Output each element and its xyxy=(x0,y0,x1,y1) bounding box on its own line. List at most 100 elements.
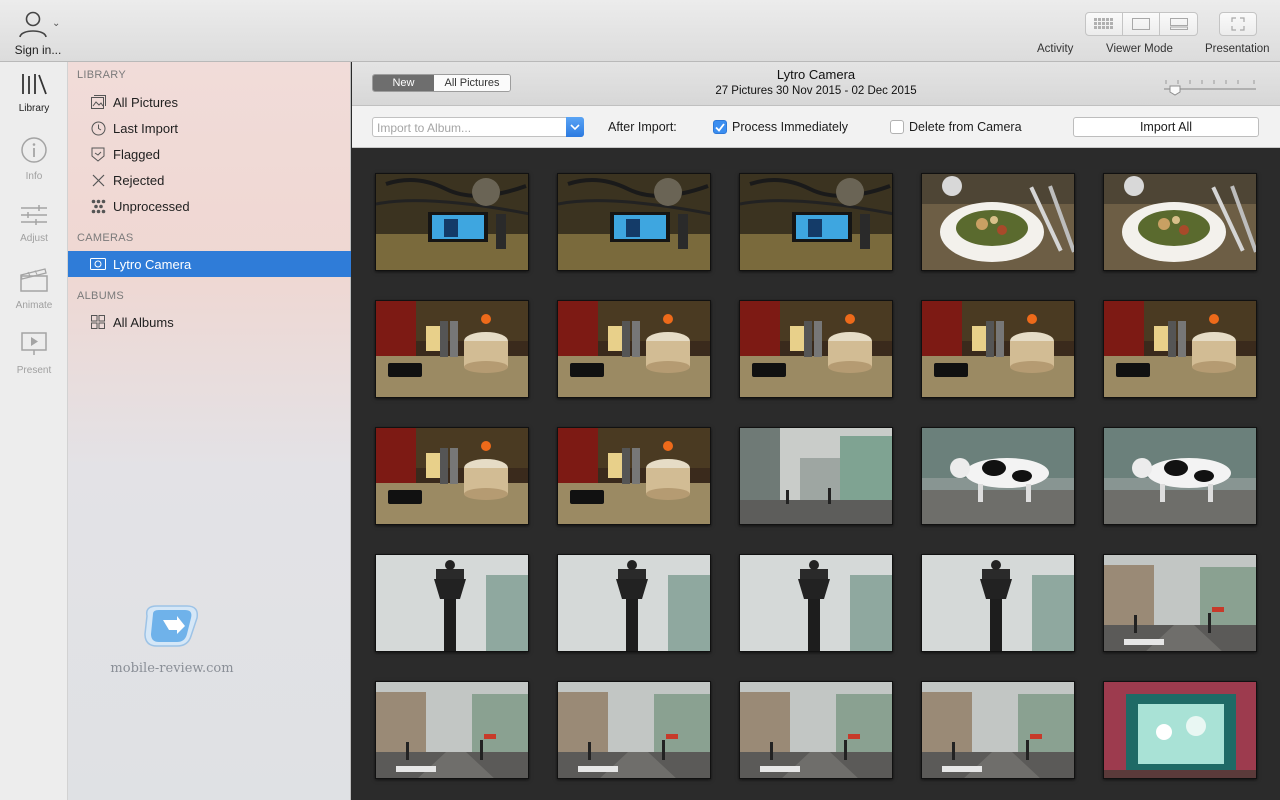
process-immediately-checkbox[interactable]: Process Immediately xyxy=(713,120,848,134)
albums-section-header: ALBUMS xyxy=(77,290,125,302)
rail-adjust-button[interactable]: Adjust xyxy=(0,204,68,244)
albums-grid-icon xyxy=(90,314,106,330)
photo-thumbnail[interactable] xyxy=(375,681,529,779)
photo-thumbnail-image xyxy=(1104,555,1256,651)
library-icon xyxy=(22,74,47,95)
rail-animate-button[interactable]: Animate xyxy=(0,267,68,311)
photo-thumbnail[interactable] xyxy=(557,681,711,779)
rail-adjust-label: Adjust xyxy=(20,233,48,244)
album-select-placeholder: Import to Album... xyxy=(377,121,472,135)
clock-icon xyxy=(90,120,106,136)
photo-thumbnail[interactable] xyxy=(921,300,1075,398)
process-immediately-label: Process Immediately xyxy=(732,120,849,134)
photo-thumbnail-image xyxy=(376,682,528,778)
x-mark-icon xyxy=(90,172,106,188)
presentation-button[interactable] xyxy=(1219,12,1257,36)
activity-label[interactable]: Activity xyxy=(1037,43,1073,55)
photo-thumbnail[interactable] xyxy=(375,427,529,525)
filmstrip-icon xyxy=(1169,18,1188,30)
photo-thumbnail[interactable] xyxy=(921,427,1075,525)
cameras-section-header: CAMERAS xyxy=(77,232,134,244)
page-title: Lytro Camera xyxy=(776,67,856,82)
photo-thumbnail[interactable] xyxy=(921,173,1075,271)
zoom-slider[interactable] xyxy=(1164,76,1256,96)
checkbox-empty xyxy=(890,120,904,134)
photo-thumbnail[interactable] xyxy=(557,300,711,398)
sidebar-item-label: Rejected xyxy=(113,172,165,188)
photo-thumbnail[interactable] xyxy=(921,554,1075,652)
import-to-album-select[interactable]: Import to Album... xyxy=(372,117,584,137)
rail-info-button[interactable]: Info xyxy=(0,136,68,182)
photo-thumbnail[interactable] xyxy=(375,300,529,398)
photo-thumbnail[interactable] xyxy=(1103,173,1257,271)
delete-from-camera-label: Delete from Camera xyxy=(909,120,1022,134)
photo-stack-icon xyxy=(90,94,106,110)
import-all-button[interactable]: Import All xyxy=(1073,117,1259,137)
photo-thumbnail-image xyxy=(558,174,710,270)
sidebar-item-label: Lytro Camera xyxy=(113,256,192,272)
photo-thumbnail-image xyxy=(558,301,710,397)
photo-thumbnail[interactable] xyxy=(1103,554,1257,652)
photo-thumbnail[interactable] xyxy=(739,554,893,652)
rail-present-label: Present xyxy=(16,365,52,376)
photo-thumbnail[interactable] xyxy=(739,427,893,525)
sign-in-button[interactable]: ⌄ Sign in... xyxy=(8,8,68,57)
photo-thumbnail[interactable] xyxy=(739,300,893,398)
mode-rail: Library Info Adjust Animate Present xyxy=(0,62,68,800)
chevron-down-icon[interactable] xyxy=(566,117,584,137)
photo-thumbnail[interactable] xyxy=(375,554,529,652)
sidebar-item-label: Last Import xyxy=(113,120,179,136)
camera-icon xyxy=(90,256,106,272)
photo-thumbnail-image xyxy=(1104,301,1256,397)
viewer-mode-single-button[interactable] xyxy=(1123,13,1160,35)
rail-animate-label: Animate xyxy=(15,300,53,311)
rail-present-button[interactable]: Present xyxy=(0,330,68,376)
rail-library-label: Library xyxy=(18,103,50,114)
sidebar-item-unprocessed[interactable]: Unprocessed xyxy=(68,193,351,219)
photo-thumbnail[interactable] xyxy=(1103,427,1257,525)
photo-thumbnail[interactable] xyxy=(1103,681,1257,779)
photo-thumbnail-image xyxy=(922,174,1074,270)
photo-thumbnail[interactable] xyxy=(921,681,1075,779)
photo-thumbnail[interactable] xyxy=(739,173,893,271)
photo-thumbnail-image xyxy=(558,428,710,524)
sidebar-item-all-pictures[interactable]: All Pictures xyxy=(68,89,351,115)
photo-thumbnail-image xyxy=(740,555,892,651)
sidebar-item-label: Unprocessed xyxy=(113,198,190,214)
presentation-screen-icon xyxy=(21,332,47,355)
rail-library-button[interactable]: Library xyxy=(0,72,68,114)
checkmark-icon xyxy=(713,120,727,134)
sidebar-item-rejected[interactable]: Rejected xyxy=(68,167,351,193)
photo-thumbnail-image xyxy=(922,428,1074,524)
adjust-sliders-icon xyxy=(21,205,47,225)
sidebar-item-flagged[interactable]: Flagged xyxy=(68,141,351,167)
photo-thumbnail[interactable] xyxy=(557,554,711,652)
sidebar-item-label: All Pictures xyxy=(113,94,179,110)
sidebar-item-lytro-camera[interactable]: Lytro Camera xyxy=(68,251,351,277)
top-toolbar: ⌄ Sign in... Activity Viewer Mode Presen… xyxy=(0,0,1280,62)
viewer-mode-grid-button[interactable] xyxy=(1086,13,1123,35)
photo-thumbnail-image xyxy=(922,301,1074,397)
photo-thumbnail[interactable] xyxy=(375,173,529,271)
sidebar-item-all-albums[interactable]: All Albums xyxy=(68,309,351,335)
flag-shield-icon xyxy=(90,146,106,162)
rail-info-label: Info xyxy=(25,171,43,182)
photo-thumbnail-image xyxy=(376,428,528,524)
photo-thumbnail[interactable] xyxy=(557,173,711,271)
viewer-mode-filmstrip-button[interactable] xyxy=(1160,13,1197,35)
photo-thumbnail[interactable] xyxy=(1103,300,1257,398)
main-header: New All Pictures Lytro Camera 27 Picture… xyxy=(352,62,1280,106)
photo-thumbnail-image xyxy=(1104,428,1256,524)
photo-thumbnail-image xyxy=(376,174,528,270)
delete-from-camera-checkbox[interactable]: Delete from Camera xyxy=(890,120,1022,134)
photo-thumbnail-image xyxy=(1104,682,1256,778)
single-view-icon xyxy=(1132,18,1150,30)
photo-thumbnail[interactable] xyxy=(557,427,711,525)
thumbnail-grid xyxy=(352,148,1280,800)
photo-thumbnail[interactable] xyxy=(739,681,893,779)
photo-thumbnail-image xyxy=(922,555,1074,651)
watermark-text: mobile-review.com xyxy=(110,661,234,676)
sidebar-item-last-import[interactable]: Last Import xyxy=(68,115,351,141)
sign-in-label: Sign in... xyxy=(14,43,62,57)
import-bar: Import to Album... After Import: Process… xyxy=(352,106,1280,148)
